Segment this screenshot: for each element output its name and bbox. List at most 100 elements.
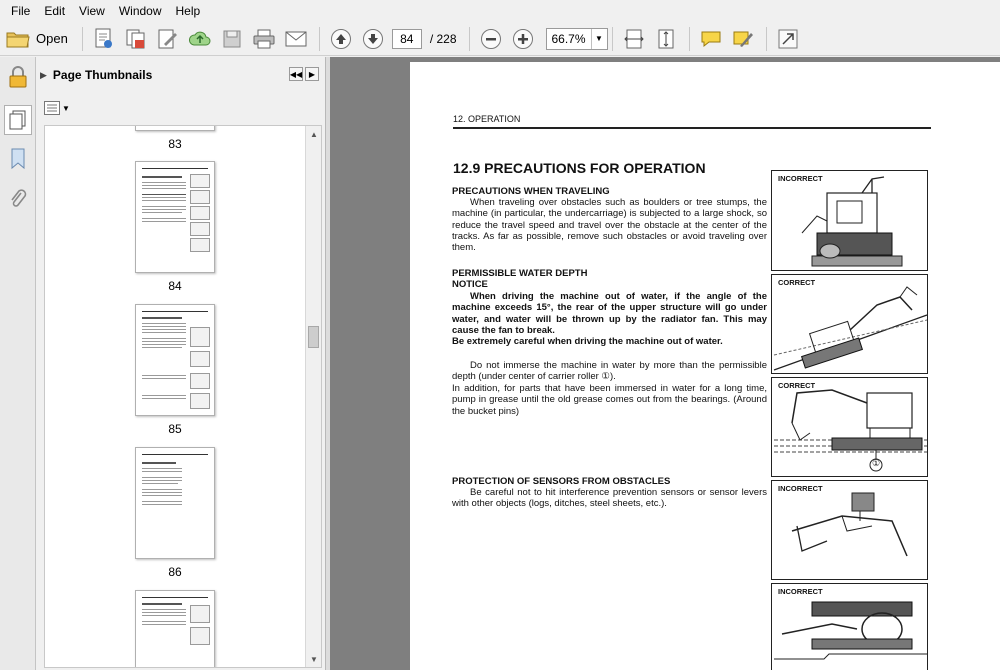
scroll-down-icon[interactable]: ▼ bbox=[306, 651, 321, 667]
figure-incorrect-traveling: INCORRECT bbox=[771, 170, 928, 271]
zoom-in-button[interactable] bbox=[510, 26, 536, 52]
save-button[interactable] bbox=[219, 26, 245, 52]
panel-menu-button[interactable]: ▶ bbox=[305, 67, 319, 81]
water-depth-text-2: In addition, for parts that have been im… bbox=[452, 383, 767, 417]
notice-text-2: Be extremely careful when driving the ma… bbox=[452, 336, 723, 347]
figure-correct-slope: CORRECT bbox=[771, 274, 928, 374]
arrow-up-icon bbox=[330, 28, 351, 49]
thumbnail-item[interactable]: 84 bbox=[135, 161, 215, 293]
thumbnail-item[interactable]: 85 bbox=[135, 304, 215, 436]
separator bbox=[765, 26, 767, 51]
ditch-illustration bbox=[774, 601, 927, 660]
edit-document-button[interactable] bbox=[155, 26, 181, 52]
divider bbox=[453, 127, 931, 129]
create-pdf-button[interactable] bbox=[91, 26, 117, 52]
traveling-heading: PRECAUTIONS WHEN TRAVELING bbox=[452, 186, 610, 197]
section-header: 12. OPERATION bbox=[453, 114, 521, 124]
email-button[interactable] bbox=[283, 26, 309, 52]
printer-icon bbox=[253, 29, 275, 48]
zoom-value: 66.7% bbox=[551, 31, 586, 46]
main-heading: 12.9 PRECAUTIONS FOR OPERATION bbox=[453, 160, 706, 176]
print-button[interactable] bbox=[251, 26, 277, 52]
thumbnail-page[interactable] bbox=[135, 590, 215, 667]
menu-view[interactable]: View bbox=[72, 0, 112, 22]
page-total: / 228 bbox=[429, 31, 457, 46]
chevron-down-icon[interactable]: ▼ bbox=[590, 28, 607, 49]
thumbnail-label: 84 bbox=[168, 279, 182, 293]
fit-page-button[interactable] bbox=[653, 26, 679, 52]
sensor-illustration bbox=[791, 492, 908, 557]
create-pdf-icon bbox=[95, 28, 112, 48]
thumbnail-label: 85 bbox=[168, 422, 182, 436]
paperclip-icon[interactable] bbox=[6, 187, 30, 211]
expand-button[interactable] bbox=[775, 26, 801, 52]
navigation-rail bbox=[0, 57, 36, 670]
excavator-water-illustration bbox=[774, 389, 927, 472]
figure-correct-water-depth: CORRECT ① bbox=[771, 377, 928, 477]
document-page: 12. OPERATION 12.9 PRECAUTIONS FOR OPERA… bbox=[410, 62, 1000, 670]
edit-document-icon bbox=[158, 29, 177, 48]
thumbnail-item[interactable]: 83 bbox=[135, 126, 215, 151]
sensors-heading: PROTECTION OF SENSORS FROM OBSTACLES bbox=[452, 476, 671, 487]
separator bbox=[611, 26, 613, 51]
next-page-button[interactable] bbox=[360, 26, 386, 52]
expand-icon bbox=[778, 29, 798, 48]
page-number-input[interactable]: 84 bbox=[391, 28, 422, 49]
zoom-out-button[interactable] bbox=[478, 26, 504, 52]
thumbnail-page[interactable] bbox=[135, 304, 215, 416]
zoom-in-icon bbox=[512, 28, 533, 49]
collapse-panel-button[interactable]: ◀◀ bbox=[289, 67, 303, 81]
thumbnail-scrollbar[interactable]: ▲ ▼ bbox=[305, 126, 321, 667]
menu-window[interactable]: Window bbox=[112, 0, 169, 22]
panel-header: ▶ Page Thumbnails bbox=[36, 57, 325, 93]
bookmark-icon[interactable] bbox=[6, 147, 30, 171]
open-label: Open bbox=[36, 31, 68, 46]
thumbnail-page[interactable] bbox=[135, 126, 215, 131]
panel-controls: ◀◀ ▶ bbox=[287, 67, 319, 81]
thumbnail-item[interactable] bbox=[135, 590, 215, 667]
open-button[interactable]: Open bbox=[6, 29, 68, 49]
save-icon bbox=[223, 30, 241, 47]
comment-button[interactable] bbox=[698, 26, 724, 52]
options-menu[interactable]: ▼ bbox=[44, 101, 70, 115]
excavator-obstacle-illustration bbox=[801, 176, 903, 267]
figure-label: INCORRECT bbox=[778, 587, 823, 596]
combine-icon bbox=[126, 29, 145, 48]
thumbnail-label: 86 bbox=[168, 565, 182, 579]
water-depth-text: Do not immerse the machine in water by m… bbox=[452, 360, 767, 383]
figure-incorrect-sensor: INCORRECT bbox=[771, 480, 928, 580]
figure-label: CORRECT bbox=[778, 278, 816, 287]
envelope-icon bbox=[285, 31, 307, 46]
menu-file[interactable]: File bbox=[4, 0, 37, 22]
upload-button[interactable] bbox=[187, 26, 213, 52]
fit-width-icon bbox=[623, 29, 644, 48]
toolbar: Open 84 / 228 66.7% ▼ bbox=[0, 22, 1000, 56]
thumbnail-page[interactable] bbox=[135, 161, 215, 273]
chevron-right-icon[interactable]: ▶ bbox=[40, 70, 47, 81]
menu-help[interactable]: Help bbox=[169, 0, 208, 22]
highlight-button[interactable] bbox=[730, 26, 756, 52]
water-depth-heading: PERMISSIBLE WATER DEPTH bbox=[452, 268, 588, 279]
previous-page-button[interactable] bbox=[328, 26, 354, 52]
separator bbox=[688, 26, 690, 51]
figure-label: INCORRECT bbox=[778, 174, 823, 183]
scrollbar-thumb[interactable] bbox=[308, 326, 319, 348]
pages-panel-button[interactable] bbox=[4, 105, 32, 135]
notice-text: When driving the machine out of water, i… bbox=[452, 291, 767, 336]
lock-icon[interactable] bbox=[6, 65, 30, 89]
pages-icon bbox=[9, 110, 26, 130]
thumbnail-label: 83 bbox=[168, 137, 182, 151]
cloud-upload-icon bbox=[188, 31, 211, 45]
zoom-select[interactable]: 66.7% ▼ bbox=[545, 27, 608, 50]
folder-icon bbox=[6, 32, 30, 47]
thumbnail-list[interactable]: 83 84 85 86 ▲ ▼ bbox=[44, 125, 322, 668]
separator bbox=[81, 26, 83, 51]
combine-files-button[interactable] bbox=[123, 26, 149, 52]
menu-bar: File Edit View Window Help bbox=[0, 0, 1000, 22]
menu-edit[interactable]: Edit bbox=[37, 0, 72, 22]
document-view[interactable]: 12. OPERATION 12.9 PRECAUTIONS FOR OPERA… bbox=[330, 57, 1000, 670]
fit-width-button[interactable] bbox=[621, 26, 647, 52]
thumbnail-item[interactable]: 86 bbox=[135, 447, 215, 579]
thumbnail-page[interactable] bbox=[135, 447, 215, 559]
scroll-up-icon[interactable]: ▲ bbox=[306, 126, 321, 142]
